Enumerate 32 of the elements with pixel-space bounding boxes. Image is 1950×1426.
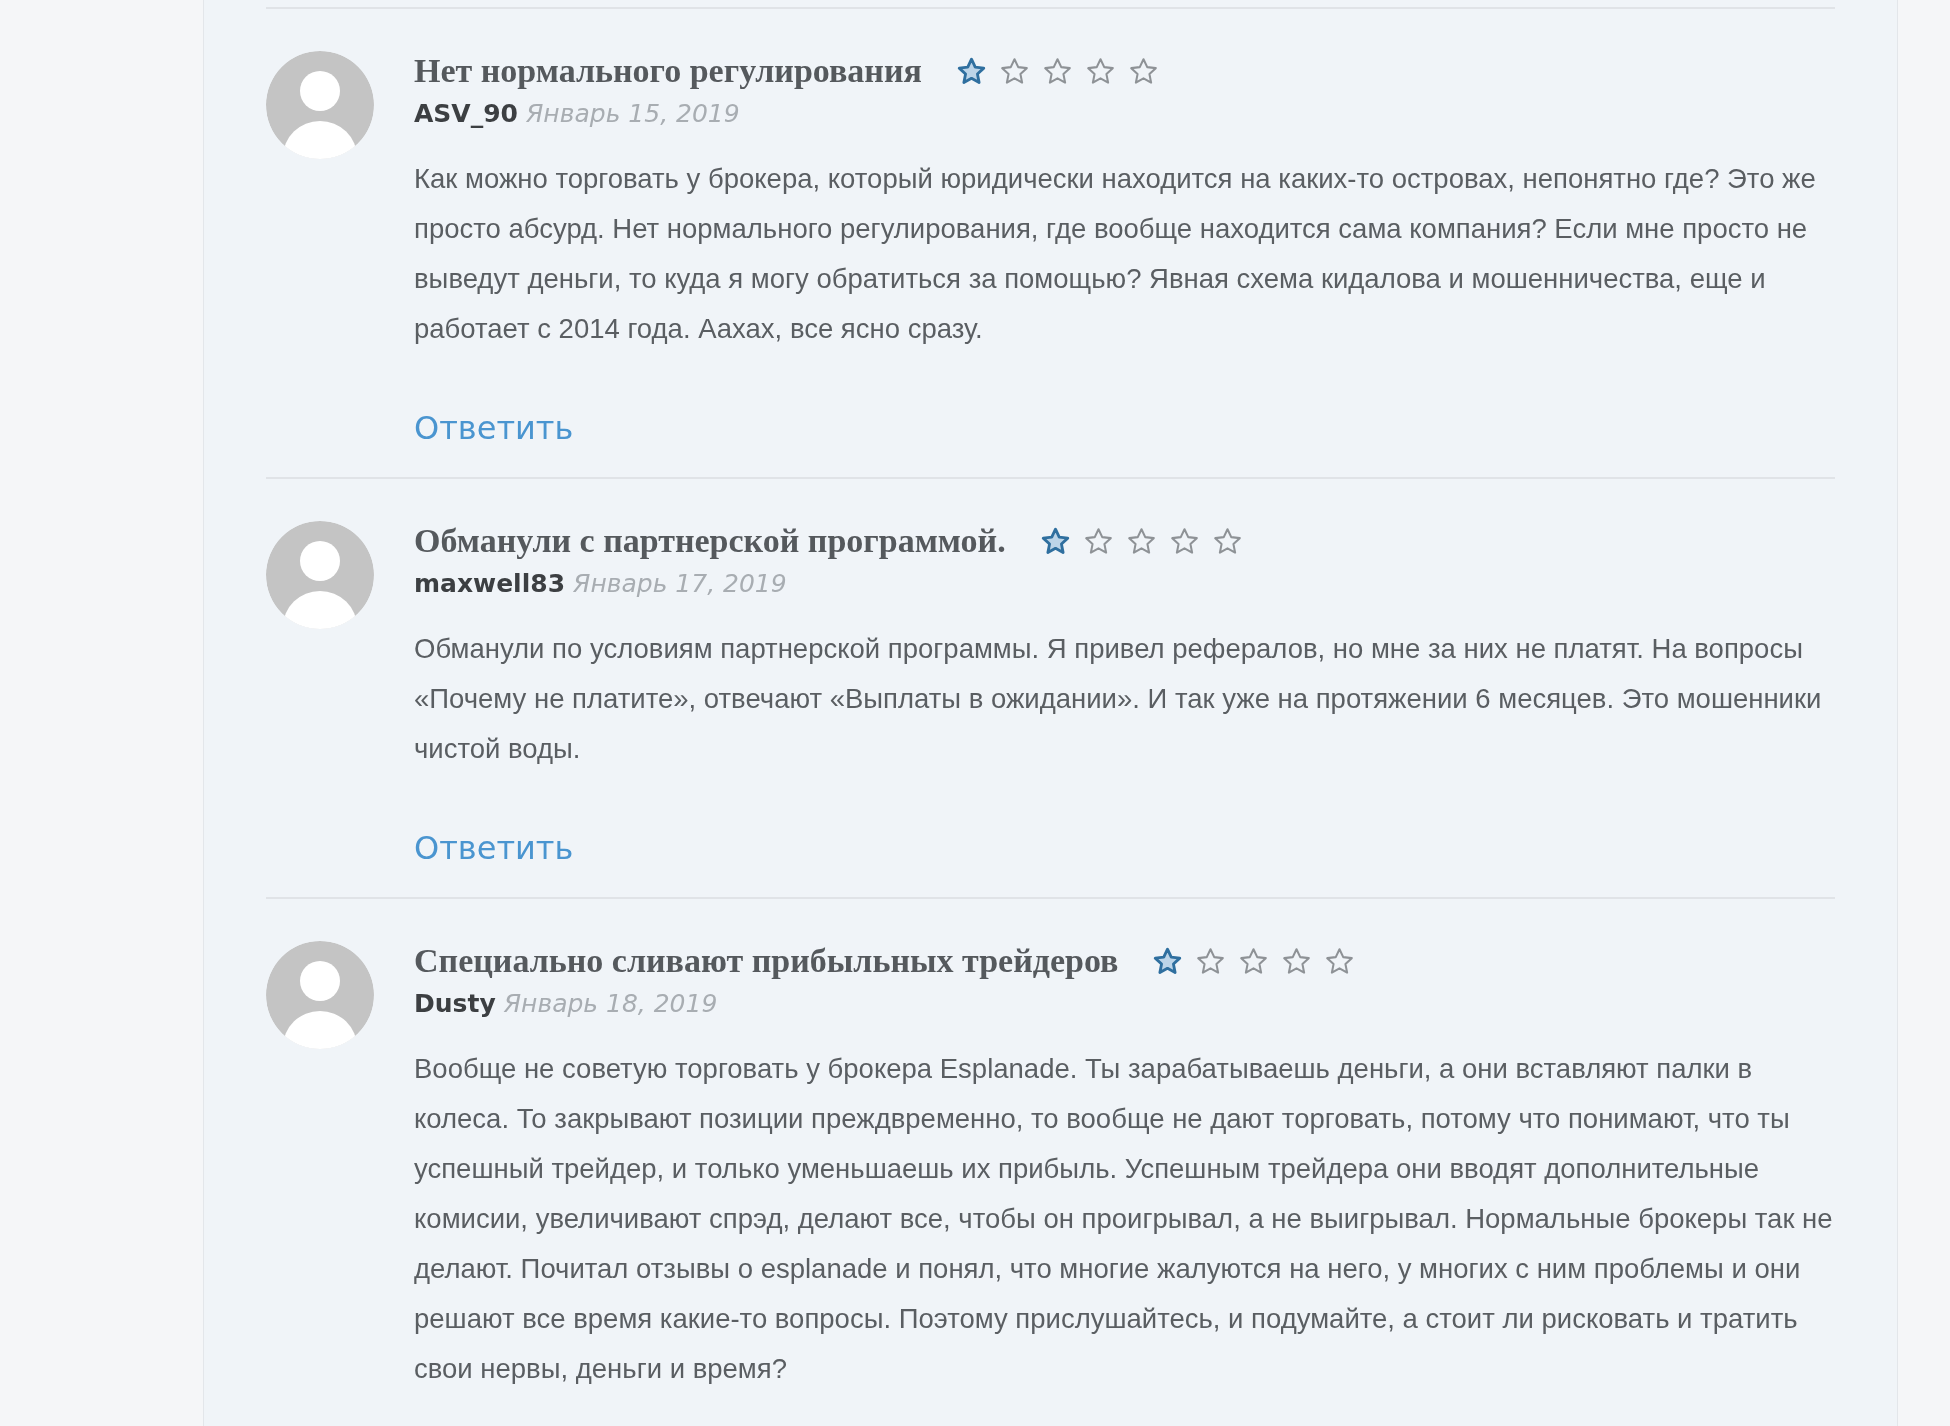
avatar-icon: [266, 941, 374, 1049]
star-icon: [1082, 525, 1114, 557]
star-icon: [1127, 55, 1159, 87]
star-icon: [1168, 525, 1200, 557]
review-date: Январь 18, 2019: [503, 989, 718, 1018]
star-icon: [1039, 525, 1071, 557]
review-title: Специально сливают прибыльных трейдеров: [414, 942, 1119, 980]
review-date: Январь 17, 2019: [573, 569, 787, 598]
author-name: Dusty: [414, 989, 496, 1018]
review-text: Вообще не советую торговать у брокера Esplanade. Ты зарабатываешь деньги, а они вставляют палки в колеса. То закрывают позиции преждвременно, то вообще не дают торговать, потому что понимают, что ты успешный трейдер, и только уменьшаешь их прибыль. Успешным трейдера они вводят дополнительные комисии, увеличивают спрэд, делают все, чтобы он проигрывал, а не выигрывал. Нормальные брокеры так не делают. Почитал отзывы о esplanade и понял, что многие жалуются на него, у многих с ним проблемы и они решают все время какие-то вопросы. Поэтому прислушайтесь, и подумайте, а стоит ли рисковать и тратить свои нервы, деньги и время?: [414, 1052, 1834, 1386]
star-icon: [1281, 945, 1313, 977]
star-icon: [1041, 55, 1073, 87]
star-icon: [1152, 945, 1184, 977]
avatar-icon: [266, 51, 374, 159]
star-icon: [1324, 945, 1356, 977]
reply-link[interactable]: Ответить: [414, 829, 574, 867]
review-title: Обманули с партнерской программой.: [414, 522, 1006, 560]
review-title: Нет нормального регулирования: [414, 52, 922, 90]
author-name: ASV_90: [414, 99, 518, 128]
author-name: maxwell83: [414, 569, 566, 598]
star-icon: [955, 55, 987, 87]
star-icon: [1238, 945, 1270, 977]
review-date: Январь 15, 2019: [526, 99, 740, 128]
star-icon: [1211, 525, 1243, 557]
star-icon: [998, 55, 1030, 87]
avatar-icon: [266, 521, 374, 629]
reply-link[interactable]: Ответить: [414, 409, 574, 447]
star-icon: [1084, 55, 1116, 87]
review-text: Обманули по условиям партнерской программы. Я привел рефералов, но мне за них не платят. На вопросы «Почему не платите», отвечают «Выплаты в ожидании». И так уже на протяжении 6 месяцев. Это мошенники чистой воды.: [414, 632, 1823, 766]
star-icon: [1195, 945, 1227, 977]
star-icon: [1125, 525, 1157, 557]
review-text: Как можно торговать у брокера, который юридически находится на каких-то островах, непонятно где? Это же просто абсурд. Нет нормального регулирования, где вообще находится сама компания? Если мне просто не выведут деньги, то куда я могу обратиться за помощью? Явная схема кидалова и мошенничества, еще и работает с 2014 года. Аахах, все ясно сразу.: [414, 162, 1817, 346]
